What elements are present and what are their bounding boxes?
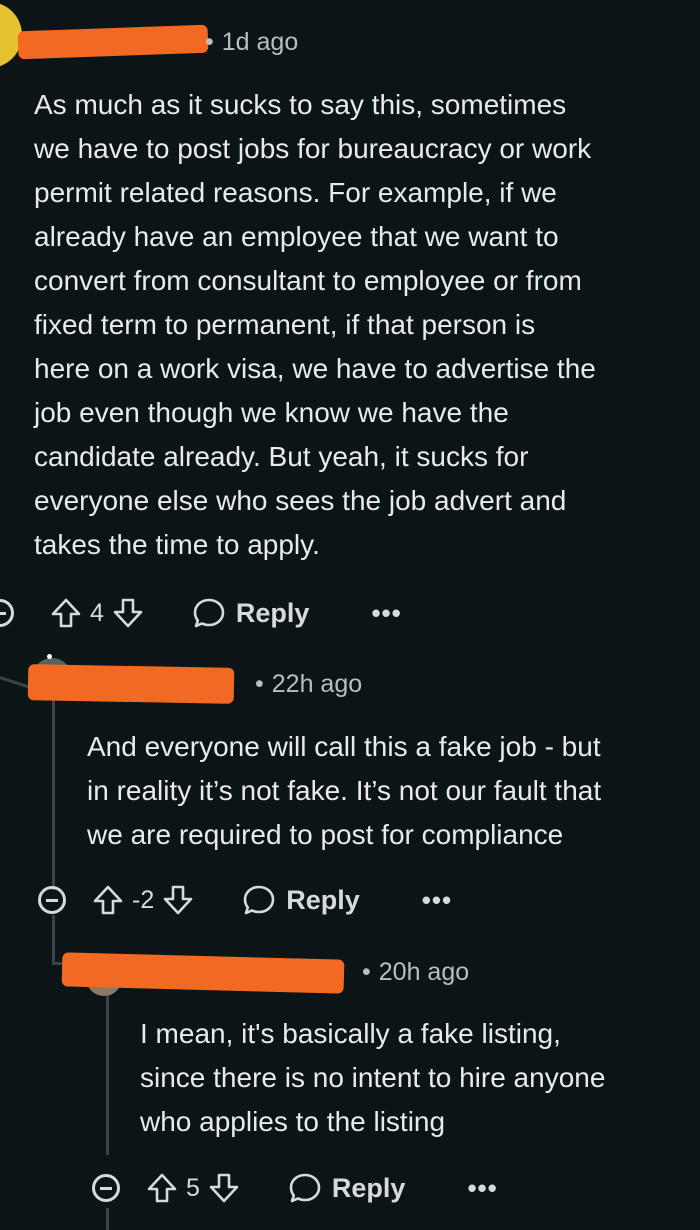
collapse-button[interactable] [92,1174,120,1202]
comment-actions: 5 Reply ••• [92,1166,498,1210]
downvote-icon[interactable] [162,884,194,916]
speech-bubble-icon [192,596,226,630]
speech-bubble-icon [242,883,276,917]
comment-body: As much as it sucks to say this, sometim… [34,89,596,560]
reply-button[interactable]: Reply [288,1171,406,1205]
comment-2: • 22h ago And everyone will call this a f… [0,640,700,930]
downvote-icon[interactable] [208,1172,240,1204]
comment-actions: -2 Reply ••• [38,878,452,922]
vote-group: 4 [50,597,144,629]
vote-count: 5 [186,1173,200,1202]
reply-label: Reply [235,597,310,628]
vote-count: 4 [90,598,104,627]
speech-bubble-icon [288,1171,322,1205]
comment-body: I mean, it's basically a fake listing, s… [140,1018,606,1137]
comment-timestamp: • 22h ago [255,670,363,698]
comment-3: • 20h ago I mean, it's basically a fake l… [0,930,700,1230]
online-dot [47,654,52,659]
more-options-button[interactable]: ••• [467,1173,497,1204]
reply-label: Reply [286,884,360,915]
downvote-icon[interactable] [112,597,144,629]
comment-thread: • 1d ago As much as it sucks to say this,… [0,0,700,1230]
collapse-button[interactable] [0,599,14,627]
more-options-button[interactable]: ••• [371,598,401,629]
redacted-username [17,24,209,60]
comment-timestamp: • 20h ago [362,958,470,986]
upvote-icon[interactable] [146,1172,178,1204]
reply-button[interactable]: Reply [242,883,360,917]
collapse-button[interactable] [38,886,66,914]
comment-timestamp: • 1d ago [205,28,299,56]
upvote-icon[interactable] [92,884,124,916]
reply-label: Reply [331,1172,406,1203]
comment-body: And everyone will call this a fake job -… [87,731,602,850]
vote-group: -2 [92,884,194,916]
vote-group: 5 [146,1172,240,1204]
comment-1: • 1d ago As much as it sucks to say this,… [0,0,700,640]
redacted-username [27,664,235,704]
vote-count: -2 [132,885,155,914]
more-options-button[interactable]: ••• [422,885,452,916]
upvote-icon[interactable] [50,597,82,629]
comment-actions: 4 Reply ••• [0,591,402,635]
reply-button[interactable]: Reply [192,596,310,630]
